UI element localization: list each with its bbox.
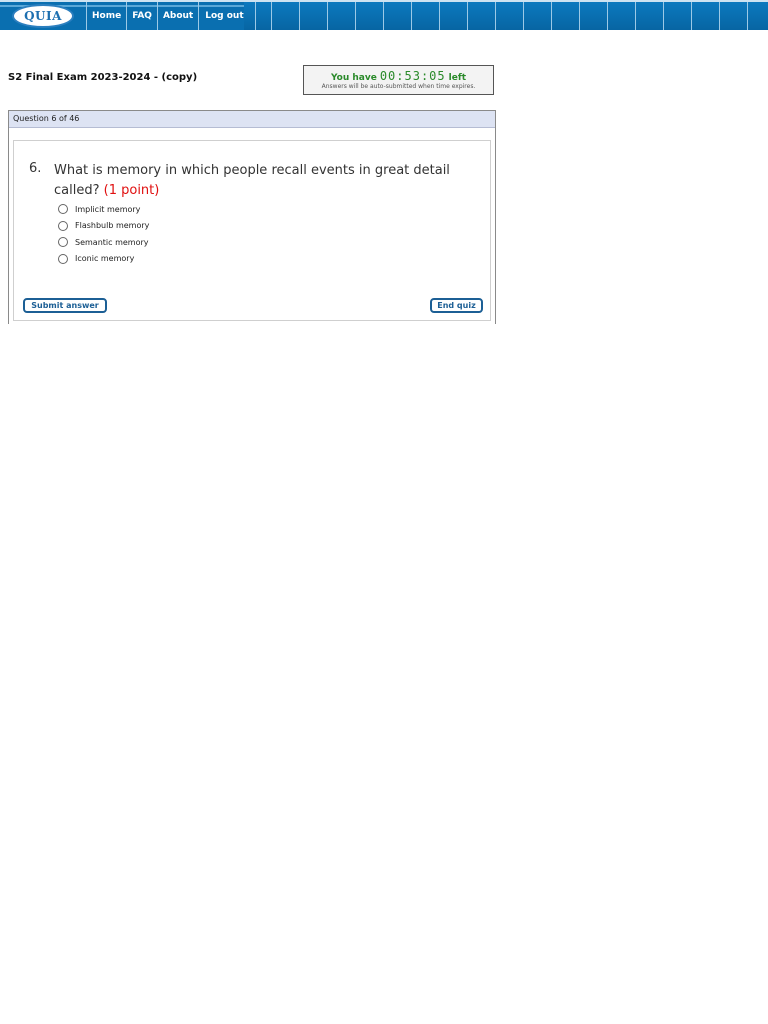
quia-logo[interactable]: QUIA [12,4,74,28]
end-quiz-button[interactable]: End quiz [430,298,483,313]
radio-button[interactable] [58,253,68,264]
timer-note: Answers will be auto-submitted when time… [321,83,476,90]
answer-option-label: Iconic memory [75,254,135,264]
submit-answer-button[interactable]: Submit answer [23,298,107,313]
question-points: (1 point) [103,183,160,198]
question-box: 6. What is memory in which people recall… [13,140,491,321]
answer-options: Implicit memory Flashbulb memory Semanti… [58,201,149,267]
radio-button[interactable] [58,220,68,231]
question-text-block: What is memory in which people recall ev… [54,161,474,201]
radio-button[interactable] [58,204,68,215]
question-progress: Question 6 of 46 [9,111,495,128]
answer-option-label: Flashbulb memory [75,221,150,231]
radio-button[interactable] [58,237,68,248]
answer-option[interactable]: Iconic memory [58,251,149,268]
nav-about-link[interactable]: About [158,2,200,30]
question-number: 6. [29,161,42,176]
timer-prefix: You have [330,73,377,83]
logo-text: QUIA [24,9,62,23]
answer-option[interactable]: Implicit memory [58,201,149,218]
nav-faq-link[interactable]: FAQ [127,2,158,30]
question-panel: Question 6 of 46 6. What is memory in wh… [8,110,496,324]
timer-suffix: left [448,73,467,83]
timer-row: You have 00:53:05 left [304,69,493,83]
exam-title: S2 Final Exam 2023-2024 - (copy) [8,72,198,83]
answer-option[interactable]: Flashbulb memory [58,218,149,235]
answer-option-label: Semantic memory [75,237,149,247]
countdown-timer: You have 00:53:05 left Answers will be aut… [303,65,494,95]
main-nav: Home FAQ About Log out [86,2,257,30]
timer-clock: 00:53:05 [379,69,446,83]
nav-logout-link[interactable]: Log out [199,2,257,30]
answer-option-label: Implicit memory [75,204,141,214]
nav-home-link[interactable]: Home [86,2,128,30]
top-navigation-bar: QUIA Home FAQ About Log out [0,0,768,30]
answer-option[interactable]: Semantic memory [58,234,149,251]
topbar-decoration [244,2,768,30]
